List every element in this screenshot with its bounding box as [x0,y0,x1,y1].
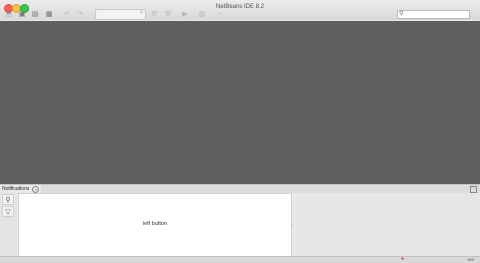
notifications-side-toolbar: ⚲ ▽ [0,192,17,256]
clean-build-icon[interactable]: ⚒ [163,9,173,19]
debug-icon[interactable]: ▥ [197,9,207,19]
filter-icon[interactable]: ▽ [2,206,14,217]
configuration-combo[interactable]: ◊ [95,9,146,20]
status-text: INS [467,257,474,262]
notification-icon[interactable]: ● [401,257,407,262]
quick-search-input[interactable]: ⚲ [397,10,470,19]
left-button-label: left button [142,221,168,227]
right-pane [296,193,480,255]
split-divider-handle[interactable]: ⁞ [292,222,295,227]
search-icon: ⚲ [399,11,404,17]
redo-icon[interactable]: ↷ [75,9,85,19]
close-icon[interactable]: × [32,185,40,193]
run-icon[interactable]: ▶ [180,9,190,19]
save-all-icon[interactable]: ▦ [44,9,54,19]
undo-icon[interactable]: ↶ [62,9,72,19]
netbeans-window: NetBeans IDE 8.2 🗎 ▣ ▤ ▦ ↶ ↷ ◊ ⚒ ⚒ ▶ ▥ ◔… [0,0,480,263]
open-project-icon[interactable]: ▤ [30,9,40,19]
maximize-panel-icon[interactable] [470,186,477,193]
notifications-panel-header: Notifications × [0,184,480,193]
new-file-icon[interactable]: 🗎 [4,9,14,19]
profile-icon[interactable]: ◔ [215,9,225,19]
new-project-icon[interactable]: ▣ [17,9,27,19]
editor-area [0,21,480,184]
search-icon[interactable]: ⚲ [2,194,14,205]
chevron-down-icon: ◊ [140,10,143,16]
hammer-icon[interactable]: ⚒ [149,9,159,19]
left-pane: left button [18,193,292,257]
